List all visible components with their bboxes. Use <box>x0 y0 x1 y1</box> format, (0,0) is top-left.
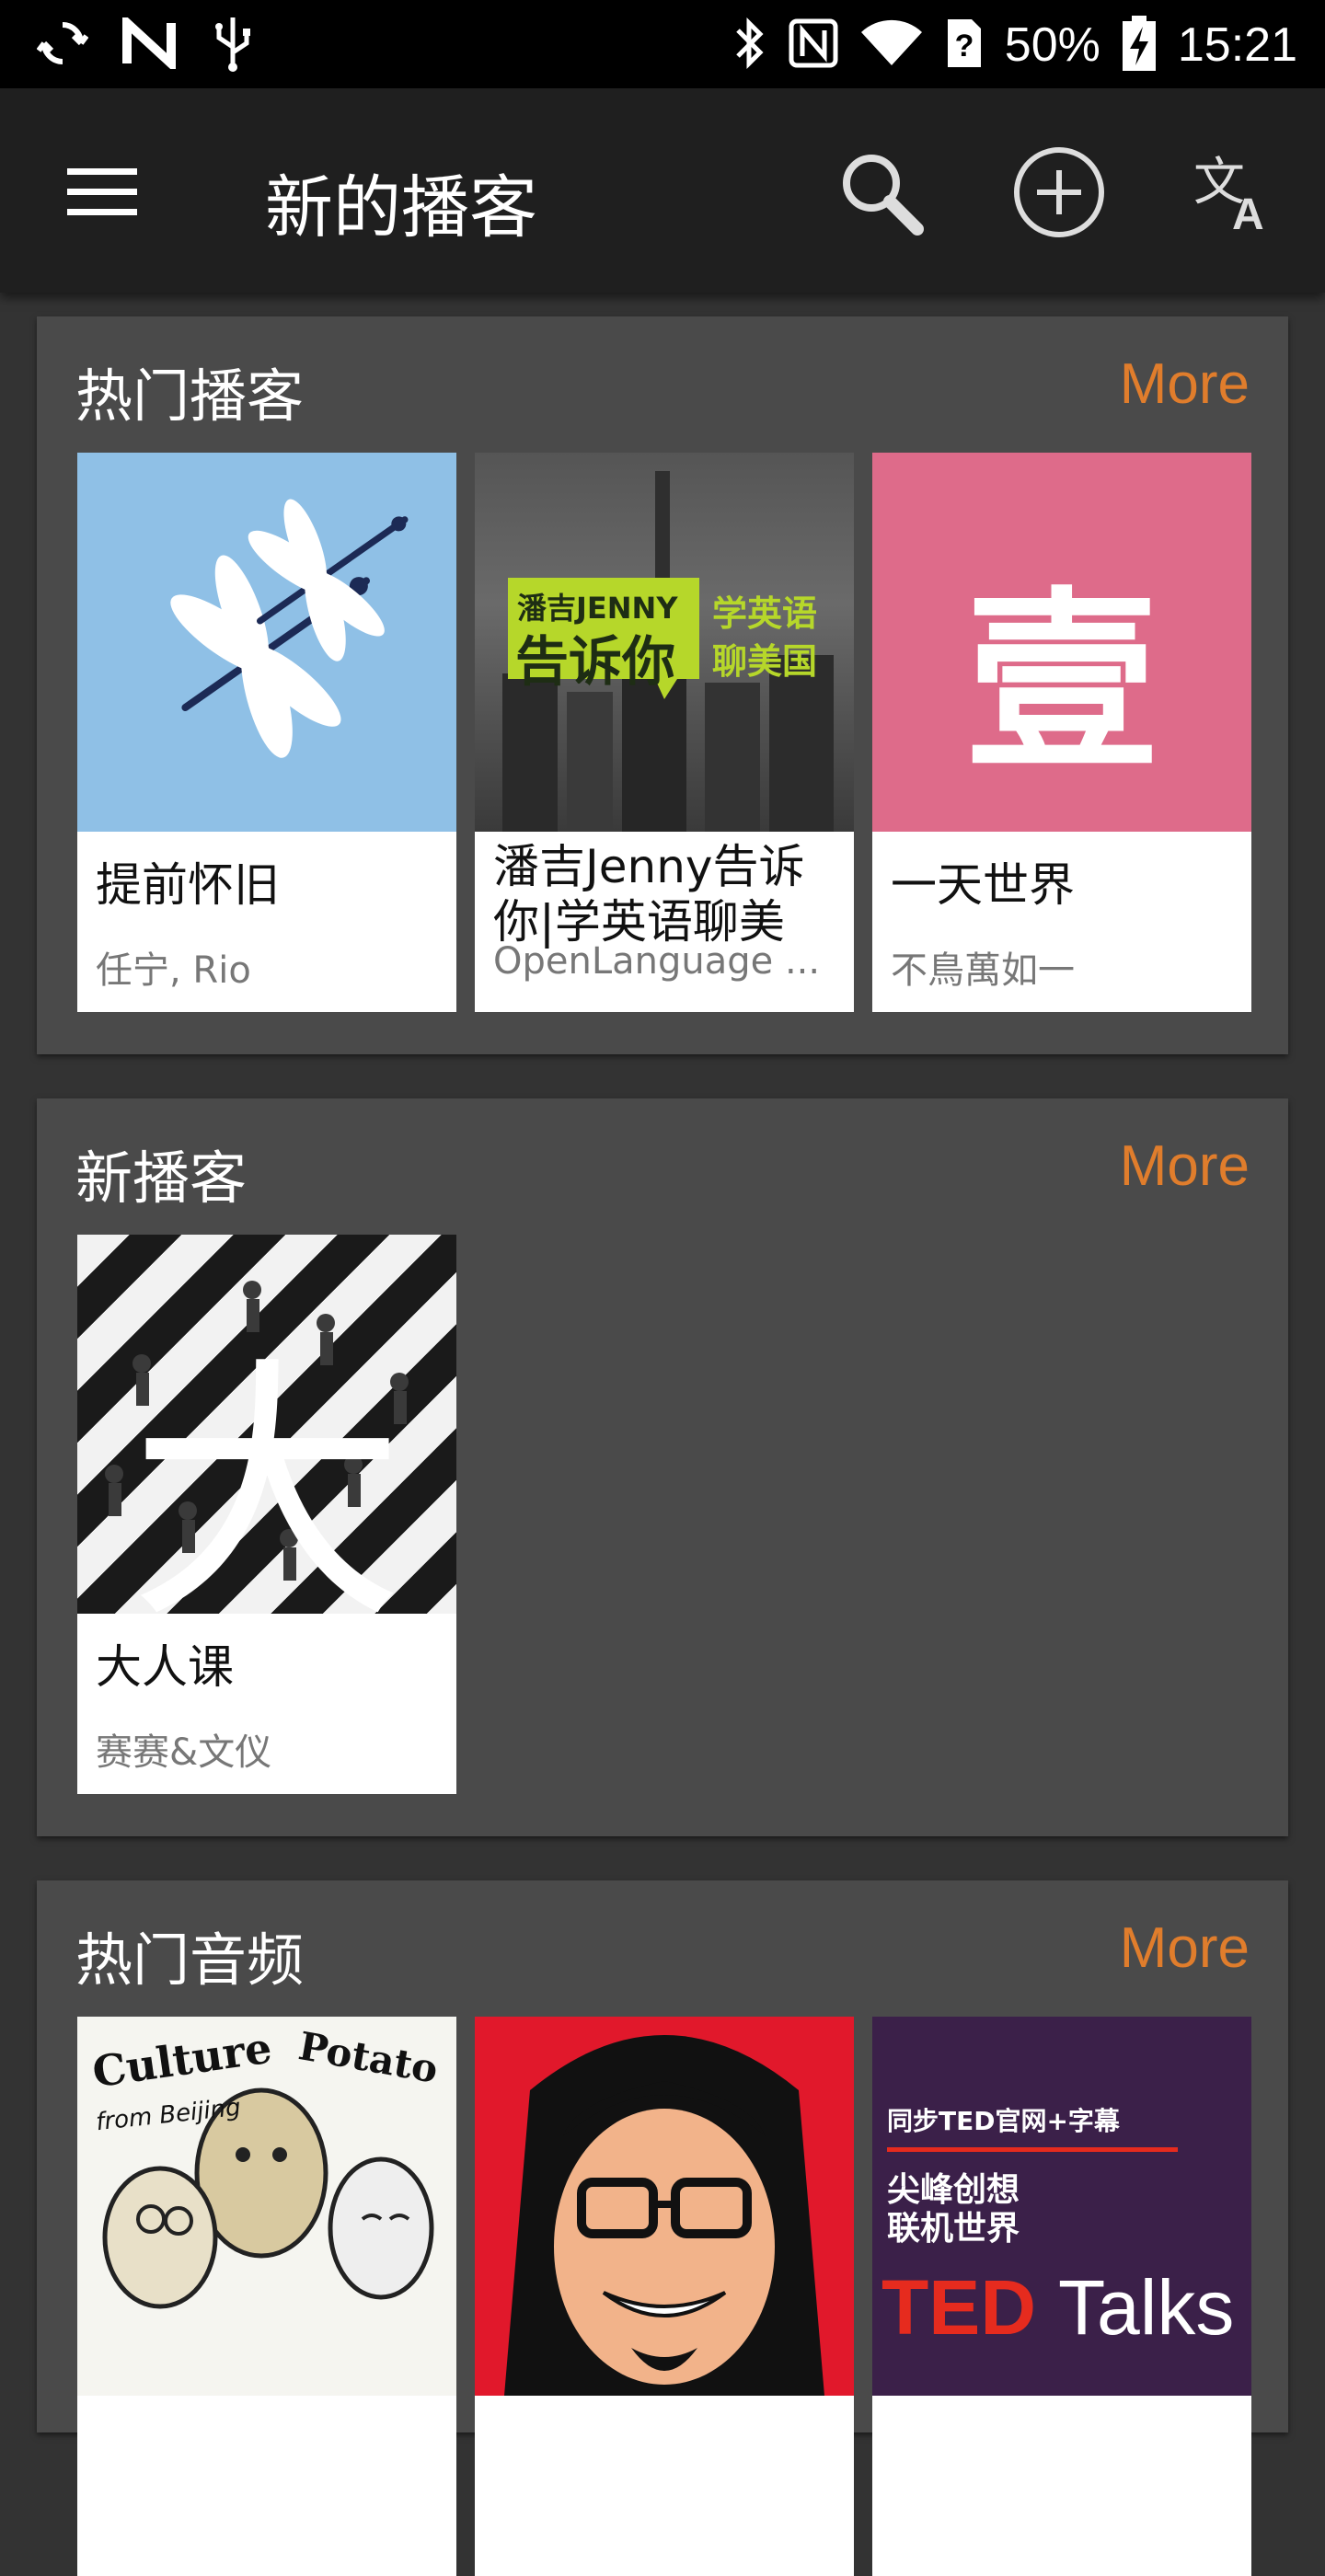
podcast-cover: 大 <box>77 1235 456 1614</box>
add-podcast-icon[interactable] <box>1008 142 1110 243</box>
more-button[interactable]: More <box>1120 1915 1250 1981</box>
podcast-tile[interactable]: 壹 一天世界 不鳥萬如一 <box>872 453 1251 1012</box>
page-title: 新的播客 <box>265 168 537 247</box>
audio-tile[interactable] <box>475 2017 854 2576</box>
cover-text: 大 <box>129 1335 405 1614</box>
sim-unknown-icon: ? <box>944 16 985 75</box>
status-bar: ? 50% 15:21 <box>0 0 1325 88</box>
podcast-author: 任宁, Rio <box>96 949 251 992</box>
podcast-cover: 潘吉JENNY 告诉你 学英语 聊美国 <box>475 453 854 832</box>
cover-text: 同步TED官网+字幕 <box>887 2106 1120 2136</box>
audio-cover: 同步TED官网+字幕 尖峰创想 联机世界 TED Talks <box>872 2017 1251 2396</box>
podcast-title: 一天世界 <box>891 858 1075 912</box>
podcast-tile[interactable]: 大 大人课 赛赛&文仪 <box>77 1235 456 1794</box>
search-icon[interactable] <box>830 142 931 243</box>
section-new-podcasts: 新播客 More 大 大人课 赛赛&文仪 <box>37 1098 1288 1836</box>
cover-text: 学英语 <box>712 593 818 634</box>
translate-icon[interactable]: 文A <box>1185 142 1286 243</box>
podcast-author: 不鳥萬如一 <box>891 949 1075 992</box>
podcast-title: 潘吉Jenny告诉你|学英语聊美 <box>493 840 805 949</box>
podcast-author: OpenLanguage ... <box>493 940 821 983</box>
clock: 15:21 <box>1177 18 1297 72</box>
podcast-title: 大人课 <box>96 1640 234 1694</box>
cover-text: 告诉你 <box>515 630 676 693</box>
section-popular-audio: 热门音频 More Culture Potato from Beijing 同步… <box>37 1880 1288 2576</box>
section-title: 新播客 <box>75 1144 248 1212</box>
section-title: 热门播客 <box>75 362 305 430</box>
podcast-cover: 壹 <box>872 453 1251 832</box>
svg-text:?: ? <box>954 29 974 63</box>
app-bar: 新的播客 文A <box>0 88 1325 293</box>
divider <box>887 2147 1178 2152</box>
section-title: 热门音频 <box>75 1926 305 1994</box>
more-button[interactable]: More <box>1120 351 1250 417</box>
podcast-tile[interactable]: 潘吉JENNY 告诉你 学英语 聊美国 潘吉Jenny告诉你|学英语聊美 Ope… <box>475 453 854 1012</box>
audio-cover: Culture Potato from Beijing <box>77 2017 456 2396</box>
section-popular-podcasts: 热门播客 More 提前怀旧 任宁, Rio 潘吉JENNY 告诉你 学英语 聊… <box>37 316 1288 1054</box>
more-button[interactable]: More <box>1120 1133 1250 1199</box>
svg-text:A: A <box>1232 190 1264 238</box>
audio-tile[interactable]: Culture Potato from Beijing <box>77 2017 456 2576</box>
battery-charging-icon <box>1121 14 1158 76</box>
nfc-icon <box>788 17 839 73</box>
podcast-title: 提前怀旧 <box>96 858 280 912</box>
cover-text: 尖峰创想 <box>887 2171 1020 2209</box>
podcast-tile[interactable]: 提前怀旧 任宁, Rio <box>77 453 456 1012</box>
bluetooth-icon <box>731 16 767 75</box>
audio-tile[interactable]: 同步TED官网+字幕 尖峰创想 联机世界 TED Talks <box>872 2017 1251 2576</box>
podcast-author: 赛赛&文仪 <box>96 1731 272 1774</box>
battery-percent: 50% <box>1004 18 1100 72</box>
menu-icon[interactable] <box>52 142 153 243</box>
sync-icon <box>36 17 89 73</box>
podcast-cover <box>77 453 456 832</box>
wifi-icon <box>859 17 924 73</box>
usb-icon <box>210 14 256 76</box>
cover-text: 联机世界 <box>887 2210 1020 2248</box>
cover-text: 聊美国 <box>712 641 818 682</box>
n-notification-icon <box>121 12 177 75</box>
audio-cover <box>475 2017 854 2396</box>
cover-text: 壹 <box>964 569 1158 796</box>
cover-text: Talks <box>1058 2264 1235 2351</box>
cover-text: TED <box>881 2264 1036 2351</box>
